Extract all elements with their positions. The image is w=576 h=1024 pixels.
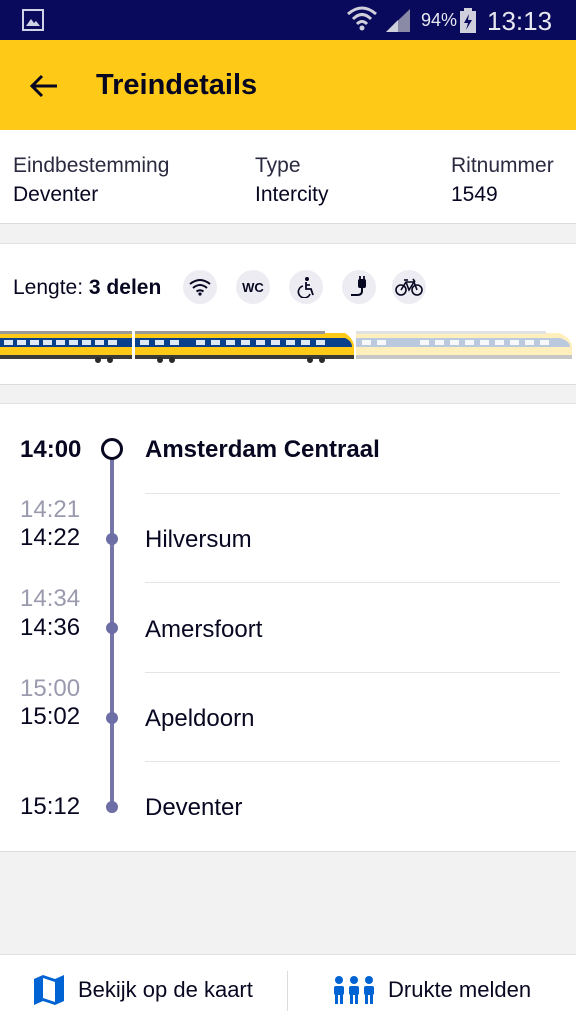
route-start-marker (101, 438, 123, 460)
train-image (0, 331, 572, 363)
wc-icon: WC (242, 279, 264, 295)
gallery-icon (22, 9, 44, 31)
trip-number-block: Ritnummer 1549 (451, 152, 554, 210)
train-composition-card: Lengte: 3 delen WC (0, 243, 576, 385)
train-unit-3-unavailable (356, 331, 572, 359)
stop-time-actual: 15:02 (20, 703, 81, 730)
bicycle-facility (392, 270, 426, 304)
arrow-left-icon[interactable] (26, 68, 62, 104)
stop-time-planned: 15:00 (20, 675, 81, 702)
route-stop-marker (106, 533, 118, 545)
wc-facility: WC (236, 270, 270, 304)
app-bar: Treindetails (0, 40, 576, 130)
view-on-map-label: Bekijk op de kaart (78, 977, 253, 1002)
train-length-value: 3 delen (88, 276, 162, 299)
type-label: Type (255, 154, 301, 177)
train-info-card: Eindbestemming Deventer Type Intercity R… (0, 130, 576, 224)
stop-time-planned: 14:21 (20, 496, 81, 523)
destination-label: Eindbestemming (13, 154, 170, 177)
route-stop-marker (106, 712, 118, 724)
report-crowding-label: Drukte melden (388, 977, 532, 1002)
wifi-icon (189, 279, 211, 296)
stop-time-actual: 14:00 (20, 436, 82, 463)
stop-time-actual: 14:36 (20, 614, 81, 641)
stop-station-name: Apeldoorn (145, 705, 255, 732)
signal-icon (386, 9, 410, 32)
page-title: Treindetails (96, 69, 258, 101)
view-on-map-button[interactable]: Bekijk op de kaart (32, 955, 253, 1024)
stop-time-actual: 14:22 (20, 524, 81, 551)
trip-number-label: Ritnummer (451, 154, 554, 177)
route-end-marker (106, 801, 118, 813)
trip-number-value: 1549 (451, 183, 498, 206)
train-unit-2 (135, 331, 354, 363)
wifi-icon (347, 6, 377, 31)
stop-separator (145, 493, 560, 494)
destination-value: Deventer (13, 183, 99, 206)
stop-station-name: Hilversum (145, 526, 252, 553)
type-value: Intercity (255, 183, 329, 206)
wheelchair-icon (297, 277, 314, 298)
route-stop-marker (106, 622, 118, 634)
bottom-action-bar: Bekijk op de kaart Drukte melden (0, 954, 576, 1024)
stop-separator (145, 761, 560, 762)
type-block: Type Intercity (255, 152, 329, 210)
battery-charging-icon (460, 8, 476, 33)
stop-station-name: Amsterdam Centraal (145, 436, 380, 463)
wheelchair-facility (289, 270, 323, 304)
people-icon (334, 976, 374, 1004)
stop-time-planned: 14:34 (20, 585, 81, 612)
train-length: Lengte: 3 delen (13, 276, 161, 300)
status-bar: 94% 13:13 (0, 0, 576, 40)
bicycle-icon (395, 278, 423, 296)
stops-list: 14:00 Amsterdam Centraal 14:21 14:22 Hil… (0, 403, 576, 852)
train-unit-1 (0, 331, 132, 363)
stop-station-name: Deventer (145, 794, 243, 821)
power-socket-icon (351, 276, 366, 296)
map-icon (34, 975, 64, 1005)
power-facility (342, 270, 376, 304)
clock: 13:13 (487, 6, 553, 36)
bottom-bar-divider (287, 971, 288, 1011)
stop-station-name: Amersfoort (145, 616, 263, 643)
stop-separator (145, 582, 560, 583)
train-length-label: Lengte: (13, 276, 84, 299)
wifi-facility (183, 270, 217, 304)
stop-time-actual: 15:12 (20, 793, 81, 820)
stop-separator (145, 672, 560, 673)
destination-block: Eindbestemming Deventer (13, 152, 169, 210)
report-crowding-button[interactable]: Drukte melden (332, 955, 531, 1024)
battery-percent: 94% (421, 10, 458, 30)
